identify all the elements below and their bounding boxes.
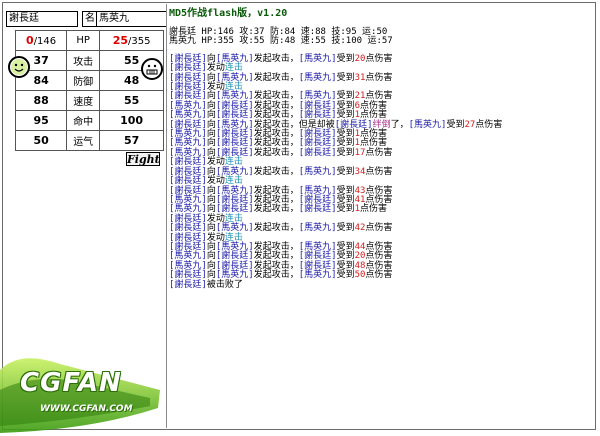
log-entry-segment: 50	[354, 270, 366, 281]
log-entries: [謝長廷]向[馬英九]发起攻击，[馬英九]受到20点伤害 [謝長廷]发动连击 [謝長…	[169, 53, 589, 290]
p2-spd: 55	[99, 90, 164, 111]
log-entry-segment: [馬英九]	[298, 223, 337, 234]
fight-button[interactable]: Fight	[126, 152, 160, 166]
log-entry-segment: 受到	[446, 119, 465, 130]
p1-spd: 88	[14, 90, 68, 111]
log-entry-segment: [馬英九]	[298, 166, 337, 177]
player2-face-icon	[141, 58, 163, 80]
log-entry-segment: 点伤害	[365, 166, 393, 177]
log-entry-segment: [馬英九]	[298, 72, 337, 83]
logo-brand: CGFAN	[20, 368, 122, 398]
p2-hp: 25/355	[99, 30, 164, 51]
stat-row-hit: 95 命中 100	[14, 110, 164, 131]
log-entry-segment: 发起攻击，	[253, 204, 299, 215]
log-entry-segment: 受到	[336, 204, 355, 215]
player1-name: 謝長廷	[6, 11, 78, 27]
log-entry-segment: 了，	[390, 119, 409, 130]
log-entry-segment: 发起攻击，	[253, 72, 299, 83]
log-entry-segment: 发起攻击，	[253, 166, 299, 177]
log-entry-segment: 点伤害	[365, 270, 393, 281]
grimace-face-icon	[144, 61, 160, 77]
p2-hp-max: /355	[128, 36, 151, 47]
log-entry-segment: 受到	[336, 166, 355, 177]
label-luck: 运气	[66, 130, 101, 151]
stats-line-player2: 馬英九 HP:355 攻:55 防:48 速:55 技:100 运:57	[169, 36, 393, 47]
log-entry-segment: 17	[354, 147, 366, 158]
log-entry-segment: 受到	[336, 270, 355, 281]
label-hp: HP	[66, 30, 101, 51]
log-entry-segment: 34	[354, 166, 366, 177]
log-entry-segment: 受到	[336, 147, 355, 158]
log-entry-segment: 点伤害	[360, 204, 388, 215]
log-entry-segment: 点伤害	[475, 119, 503, 130]
cgfan-logo: CGFAN WWW.CGFAN.COM	[0, 350, 168, 433]
log-entry-segment: 42	[354, 223, 366, 234]
stat-row-spd: 88 速度 55	[14, 90, 164, 111]
log-entry-segment: 点伤害	[365, 72, 393, 83]
label-spd: 速度	[66, 90, 101, 111]
p1-hp: 0/146	[14, 30, 68, 51]
log-entry-segment: [謝長廷]	[298, 204, 337, 215]
log-entry-segment: 31	[354, 72, 366, 83]
label-atk: 攻击	[66, 50, 101, 71]
log-entry-segment: 受到	[336, 72, 355, 83]
p1-hp-current: 0	[26, 34, 34, 47]
log-entry-segment: 点伤害	[365, 223, 393, 234]
p2-hp-current: 25	[112, 34, 129, 47]
smiley-face-icon	[11, 59, 27, 75]
p1-hp-max: /146	[33, 36, 57, 47]
player1-face-icon	[8, 56, 30, 78]
log-entry: [謝長廷]被击败了	[169, 279, 589, 290]
log-entry-segment: 被击败了	[206, 279, 243, 290]
label-hit: 命中	[66, 110, 101, 131]
log-entry-segment: [謝長廷]	[298, 147, 337, 158]
log-entry-segment: [謝長廷]	[169, 279, 207, 290]
log-entry-segment: 20	[354, 53, 366, 64]
log-entry-segment: [馬英九]	[408, 119, 447, 130]
log-entry-segment: 发起攻击，	[253, 147, 299, 158]
log-entry-segment: [馬英九]	[298, 270, 337, 281]
log-entry-segment: 点伤害	[365, 53, 393, 64]
stat-row-luck: 50 运气 57	[14, 130, 164, 151]
log-title: MD5作战flash版，v1.20	[169, 8, 288, 19]
log-entry-segment: [馬英九]	[298, 53, 337, 64]
log-entry-segment: 27	[464, 119, 476, 130]
log-entry-segment: 受到	[336, 53, 355, 64]
log-entry-segment: 受到	[336, 223, 355, 234]
player2-name: 馬英九	[96, 11, 167, 27]
p2-hit: 100	[99, 110, 164, 131]
p1-hit: 95	[14, 110, 68, 131]
log-entry-segment: 发起攻击，	[253, 223, 299, 234]
log-entry-segment: 发起攻击，	[253, 53, 299, 64]
logo-url: WWW.CGFAN.COM	[40, 404, 133, 414]
log-entry-segment: 发起攻击，	[253, 270, 299, 281]
p2-luck: 57	[99, 130, 164, 151]
p1-luck: 50	[14, 130, 68, 151]
battle-log: MD5作战flash版，v1.20 謝長廷 HP:146 攻:37 防:84 速…	[169, 8, 589, 424]
stats-table: 0/146 HP 25/355 37 攻击 55 84 防御 48 88 速度 …	[14, 30, 164, 151]
log-entry-segment: 点伤害	[365, 147, 393, 158]
label-def: 防御	[66, 70, 101, 91]
stat-row-hp: 0/146 HP 25/355	[14, 30, 164, 51]
name-row: 謝長廷 名 馬英九	[6, 11, 167, 29]
